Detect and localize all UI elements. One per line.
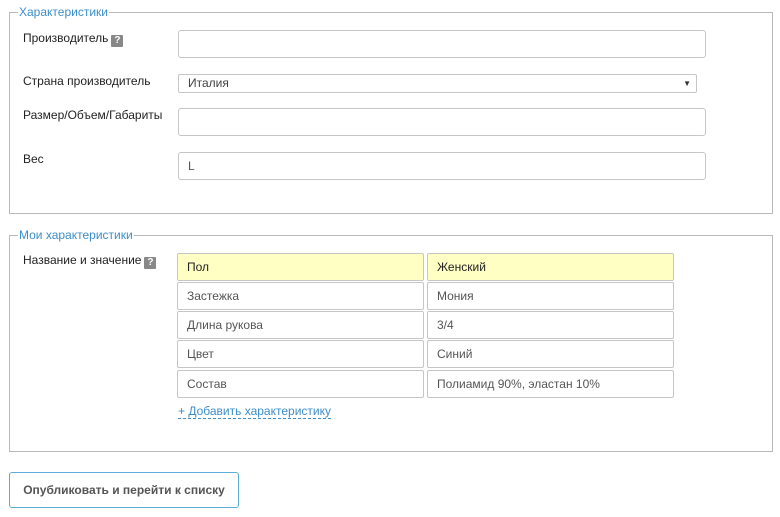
my-characteristics-legend: Мои характеристики xyxy=(18,228,134,242)
char-value-input[interactable]: Синий xyxy=(427,340,674,368)
char-name-input[interactable]: Состав xyxy=(177,370,424,398)
char-name-input[interactable]: Цвет xyxy=(177,340,424,368)
char-value-input[interactable]: 3/4 xyxy=(427,311,674,339)
weight-label: Вес xyxy=(23,152,44,166)
name-value-label-text: Название и значение xyxy=(23,253,142,267)
manufacturer-input[interactable] xyxy=(178,30,706,58)
country-select[interactable]: Италия ▼ xyxy=(178,74,697,93)
size-label: Размер/Объем/Габариты xyxy=(23,108,163,122)
manufacturer-label: Производитель? xyxy=(23,31,124,47)
characteristics-legend: Характеристики xyxy=(18,5,109,19)
chevron-down-icon: ▼ xyxy=(683,79,691,88)
characteristics-fieldset: Характеристики Производитель? Страна про… xyxy=(9,5,773,214)
char-name-input[interactable]: Длина рукова xyxy=(177,311,424,339)
size-input[interactable] xyxy=(178,108,706,136)
manufacturer-label-text: Производитель xyxy=(23,31,109,45)
publish-button[interactable]: Опубликовать и перейти к списку xyxy=(9,472,239,508)
weight-input[interactable]: L xyxy=(178,152,706,180)
help-icon[interactable]: ? xyxy=(144,257,157,269)
help-icon[interactable]: ? xyxy=(111,35,124,47)
char-name-input[interactable]: Застежка xyxy=(177,282,424,310)
add-characteristic-link[interactable]: + Добавить характеристику xyxy=(178,404,331,419)
char-value-input[interactable]: Мония xyxy=(427,282,674,310)
char-value-input[interactable]: Полиамид 90%, эластан 10% xyxy=(427,370,674,398)
my-characteristics-fieldset: Мои характеристики Название и значение? … xyxy=(9,228,773,452)
country-selected-value: Италия xyxy=(188,76,229,90)
country-label: Страна производитель xyxy=(23,74,151,88)
char-name-input[interactable]: Пол xyxy=(177,253,424,281)
char-value-input[interactable]: Женский xyxy=(427,253,674,281)
name-value-label: Название и значение? xyxy=(23,253,157,269)
